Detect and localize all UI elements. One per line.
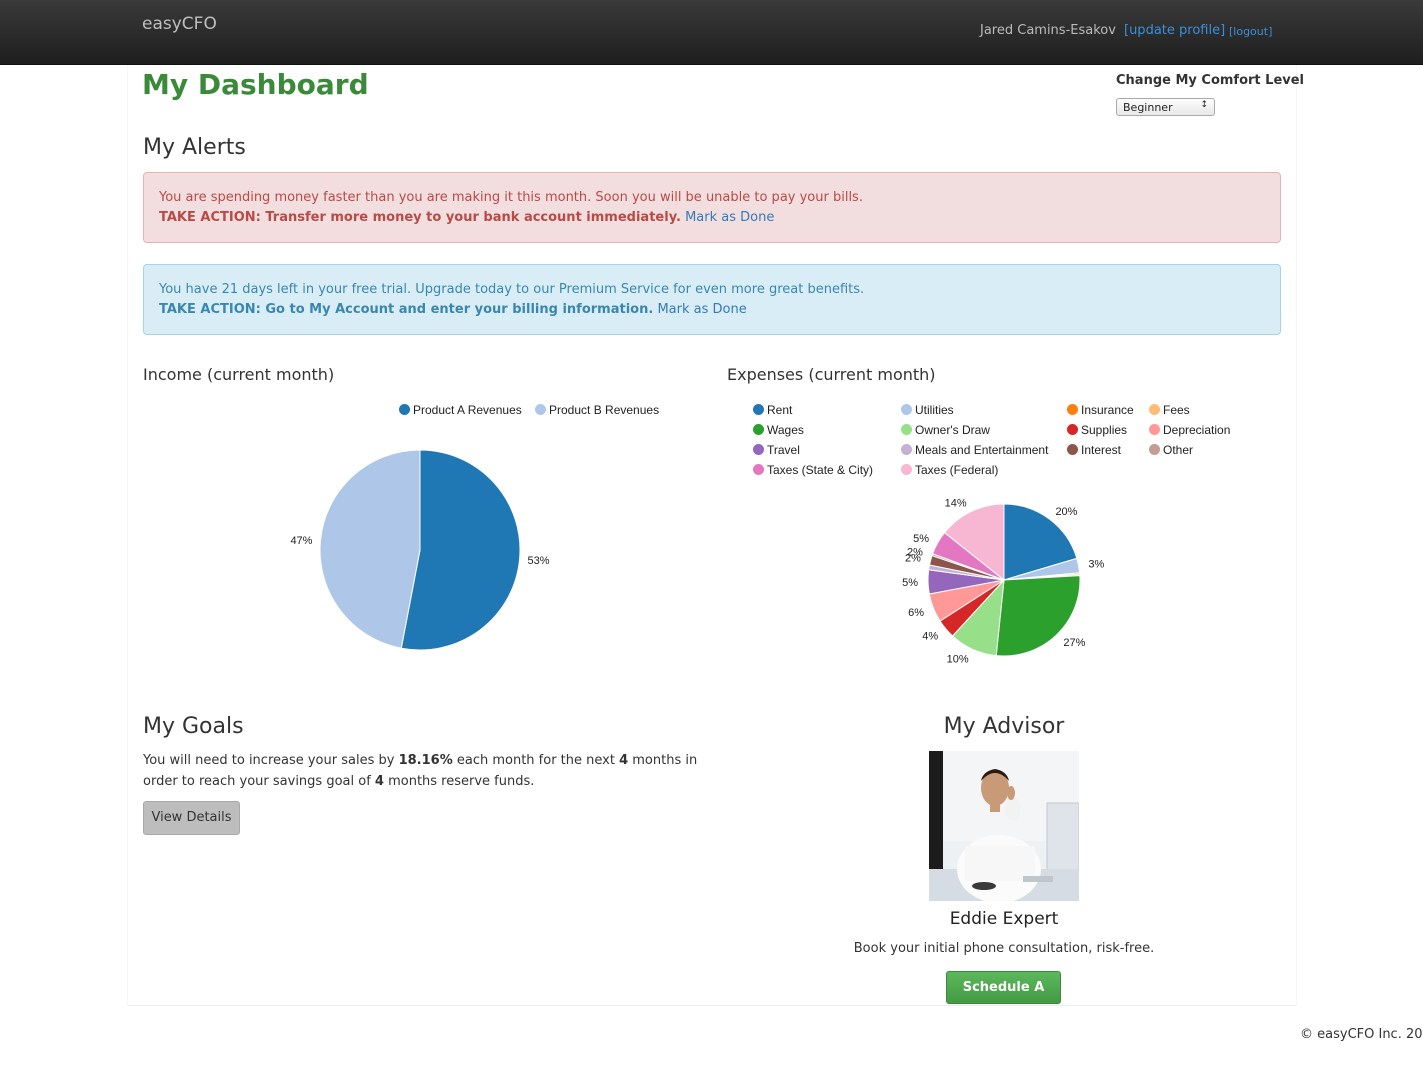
alert-danger-message: You are spending money faster than you a…	[159, 190, 863, 205]
advisor-heading: My Advisor	[943, 714, 1065, 739]
expenses-label-11: 2%	[907, 546, 923, 558]
alert-danger: You are spending money faster than you a…	[143, 172, 1281, 243]
income-slice-product-b-revenues	[319, 449, 421, 649]
view-details-button[interactable]: View Details	[143, 801, 240, 835]
expenses-label-6: 4%	[922, 630, 938, 642]
goals-description: You will need to increase your sales by …	[143, 753, 698, 789]
alert-info-message: You have 21 days left in your free trial…	[159, 282, 865, 297]
user-name: Jared Camins-Esakov	[980, 23, 1116, 38]
expenses-label-4: 27%	[1063, 637, 1085, 649]
top-navbar: easyCFO Jared Camins-Esakov [update prof…	[0, 0, 1423, 65]
income-pie-chart: 53% 47%	[290, 449, 550, 651]
goal-growth-rate: 18.16%	[398, 753, 453, 768]
expenses-label-5: 10%	[947, 653, 969, 665]
schedule-call-button[interactable]: Schedule A Call	[946, 971, 1061, 1026]
update-profile-link[interactable]: [update profile]	[1124, 23, 1225, 38]
advisor-photo	[929, 751, 1079, 901]
comfort-level-value: Beginner	[1123, 101, 1173, 114]
alert-info: You have 21 days left in your free trial…	[143, 264, 1281, 335]
expenses-label-12: 5%	[913, 533, 929, 545]
expenses-label-13: 14%	[945, 498, 967, 510]
goals-heading: My Goals	[143, 714, 244, 739]
footer-copyright: © easyCFO Inc. 2014	[1300, 1027, 1423, 1042]
alert-danger-action: TAKE ACTION: Transfer more money to your…	[159, 210, 681, 225]
select-arrows-icon: ↕	[1200, 100, 1208, 110]
expenses-pie-chart: 20%3%27%10%4%6%5%2%2%5%14%	[902, 498, 1104, 666]
page-title: My Dashboard	[142, 68, 369, 101]
alerts-heading: My Alerts	[143, 135, 246, 160]
goal-reserve-months: 4	[374, 774, 384, 789]
expenses-label-7: 6%	[908, 607, 924, 619]
comfort-level-label: Change My Comfort Level	[1116, 73, 1305, 88]
alert-info-mark-done-link[interactable]: Mark as Done	[657, 302, 746, 317]
income-label-1: 47%	[290, 535, 312, 547]
logout-link[interactable]: [logout]	[1229, 25, 1272, 38]
expenses-label-8: 5%	[902, 577, 918, 589]
expenses-label-1: 3%	[1088, 559, 1104, 571]
goal-months: 4	[619, 753, 629, 768]
advisor-blurb: Book your initial phone consultation, ri…	[853, 941, 1155, 956]
income-label-0: 53%	[528, 555, 550, 567]
advisor-name: Eddie Expert	[949, 909, 1059, 929]
comfort-level-select[interactable]: Beginner ↕	[1116, 98, 1215, 116]
expenses-label-0: 20%	[1055, 506, 1077, 518]
brand-logo[interactable]: easyCFO	[142, 14, 217, 34]
alert-info-action: TAKE ACTION: Go to My Account and enter …	[159, 302, 654, 317]
alert-danger-mark-done-link[interactable]: Mark as Done	[685, 210, 774, 225]
